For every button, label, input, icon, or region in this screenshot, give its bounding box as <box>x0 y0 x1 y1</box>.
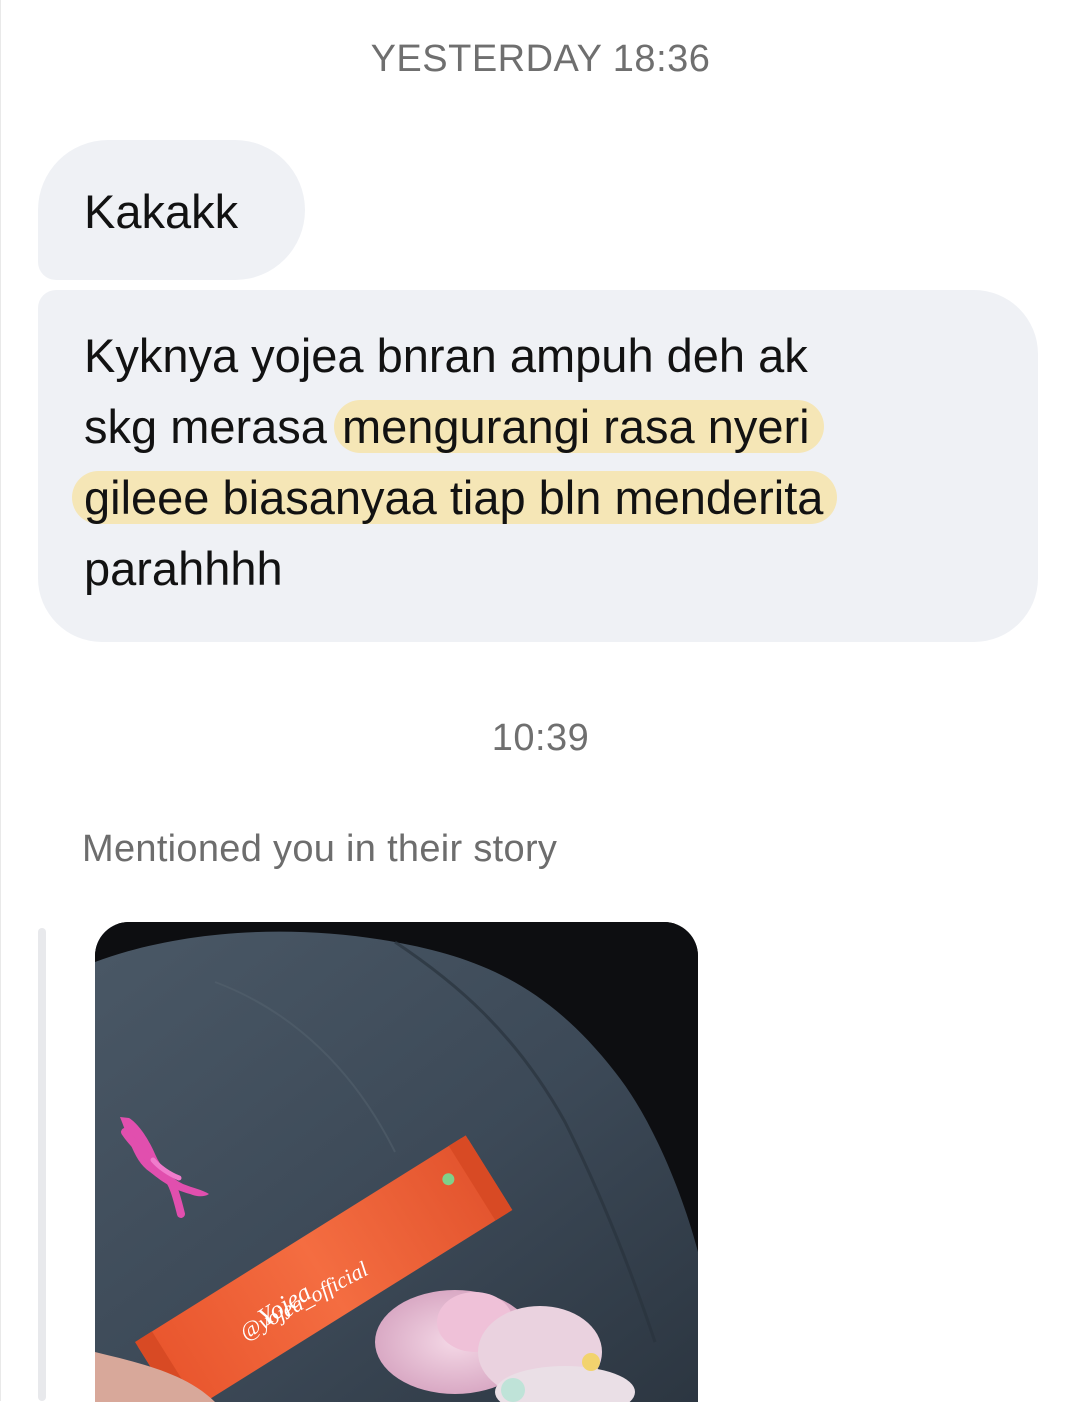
message-line: parahhhh <box>84 537 1018 608</box>
story-mention-label: Mentioned you in their story <box>82 828 558 870</box>
message-text: skg merasa <box>84 400 340 453</box>
highlighted-text: gileee biasanyaa tiap bln menderita <box>72 471 838 524</box>
highlighted-text: mengurangi rasa nyeri <box>333 400 824 453</box>
message-text: parahhhh <box>84 542 283 595</box>
story-reply-rail <box>38 928 46 1401</box>
message-line: gileee biasanyaa tiap bln menderita <box>72 466 1018 537</box>
timestamp-divider: 10:39 <box>491 717 590 759</box>
message-text: Kakakk <box>84 185 239 238</box>
message-text: Kyknya yojea bnran ampuh deh ak <box>84 329 808 382</box>
message-bubble[interactable]: Kakakk <box>38 140 305 280</box>
story-preview[interactable]: Yojea @yojea_official <box>95 922 698 1402</box>
story-photo: Yojea @yojea_official <box>95 922 698 1402</box>
timestamp-divider: YESTERDAY 18:36 <box>370 38 711 80</box>
window-edge <box>0 0 1 1401</box>
message-bubble[interactable]: Kyknya yojea bnran ampuh deh ak skg mera… <box>38 290 1038 642</box>
message-line: skg merasa mengurangi rasa nyeri <box>84 395 1018 466</box>
message-line: Kyknya yojea bnran ampuh deh ak <box>84 324 1018 395</box>
